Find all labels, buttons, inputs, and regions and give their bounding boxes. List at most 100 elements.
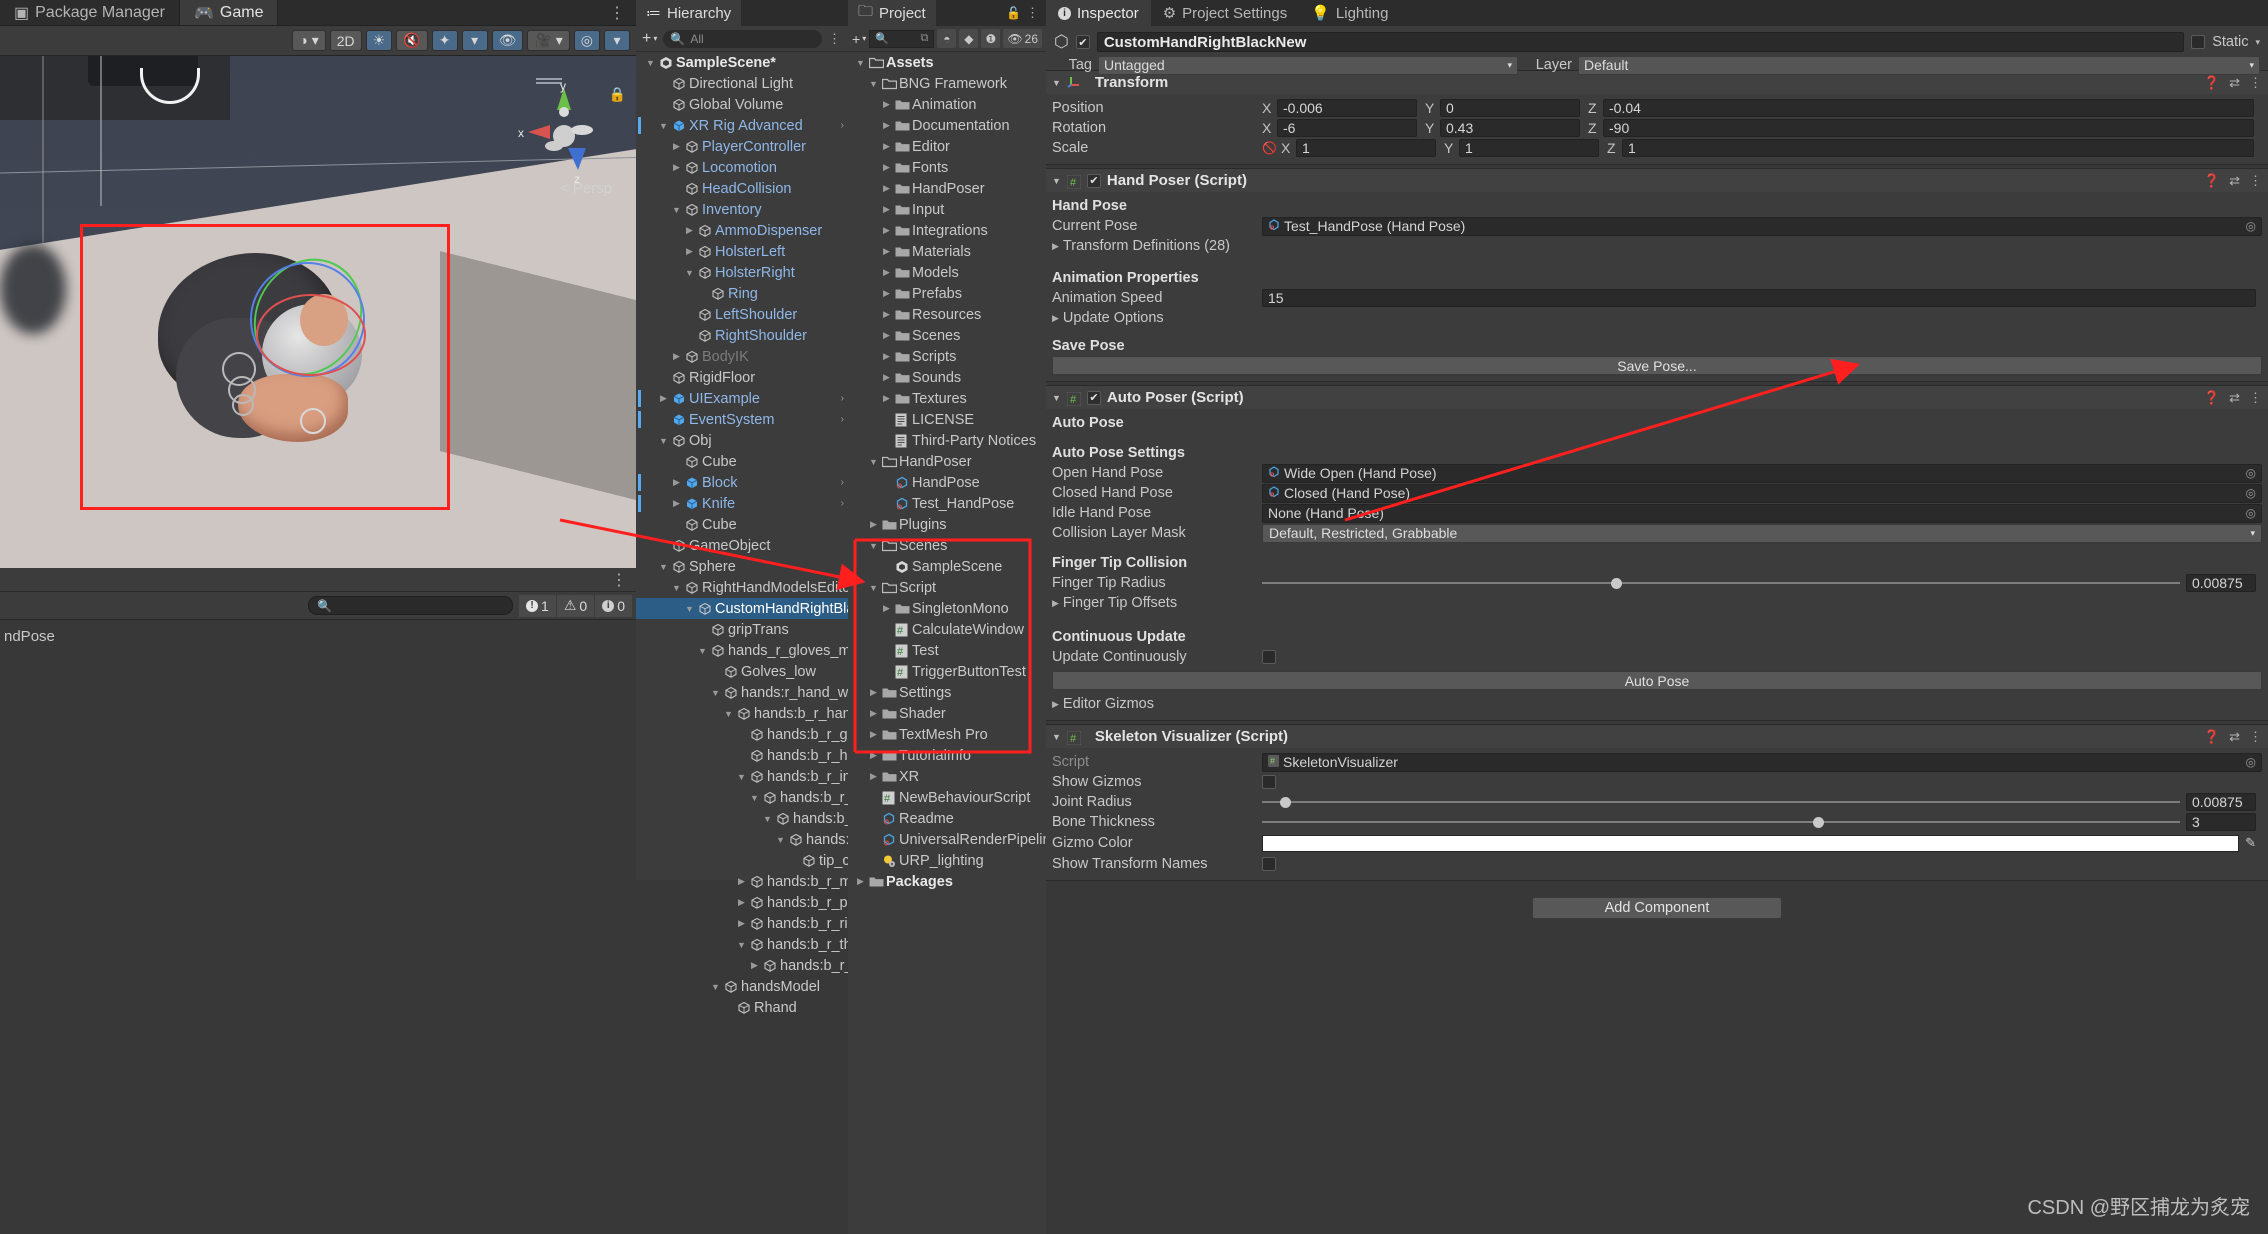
tree-item-directional-light[interactable]: Directional Light <box>636 73 848 94</box>
collapse-arrow-icon[interactable]: ▼ <box>868 583 879 593</box>
tab-project[interactable]: 🗀 Project <box>848 0 936 26</box>
expand-arrow-icon[interactable]: ▶ <box>881 246 892 257</box>
gizmos-toggle-button[interactable]: ◎ <box>573 30 600 51</box>
hand-poser-header[interactable]: ▼ # ✔ Hand Poser (Script) ❓ ⇄ ⋮ <box>1046 169 2268 192</box>
joint-radius-slider[interactable] <box>1262 793 2180 811</box>
tree-item-rhand[interactable]: Rhand <box>636 997 848 1018</box>
tree-item-cube[interactable]: Cube <box>636 451 848 472</box>
expand-arrow-icon[interactable]: ▶ <box>881 372 892 383</box>
tree-item-resources[interactable]: ▶ Resources <box>848 304 1046 325</box>
current-pose-field[interactable]: Test_HandPose (Hand Pose) ◎ <box>1262 216 2262 236</box>
tree-item-singletonmono[interactable]: ▶ SingletonMono <box>848 598 1046 619</box>
open-hand-pose-field[interactable]: Wide Open (Hand Pose) ◎ <box>1262 463 2262 483</box>
collapse-arrow-icon[interactable]: ▼ <box>749 793 760 803</box>
tree-item-handposer[interactable]: ▼ HandPoser <box>848 451 1046 472</box>
rotation-x-field[interactable]: -6 <box>1277 119 1417 137</box>
tree-item-test-handpose[interactable]: Test_HandPose <box>848 493 1046 514</box>
tree-item-hands-b-r-index3[interactable]: ▼hands:b_r_index3 <box>636 808 908 829</box>
preset-icon[interactable]: ⇄ <box>2229 75 2240 91</box>
tree-item-xr[interactable]: ▶ XR <box>848 766 1046 787</box>
component-menu-icon[interactable]: ⋮ <box>2249 390 2262 406</box>
expand-arrow-icon[interactable]: ▶ <box>881 183 892 194</box>
tab-inspector[interactable]: i Inspector <box>1046 0 1151 26</box>
script-field[interactable]: # SkeletonVisualizer ◎ <box>1262 752 2262 772</box>
tree-item-eventsystem[interactable]: EventSystem › <box>636 409 848 430</box>
component-menu-icon[interactable]: ⋮ <box>2249 729 2262 745</box>
expand-arrow-icon[interactable]: ▶ <box>1052 598 1059 609</box>
collapse-arrow-icon[interactable]: ▼ <box>762 814 773 824</box>
collapse-arrow-icon[interactable]: ▼ <box>684 604 695 614</box>
animation-speed-field[interactable]: 15 <box>1262 289 2256 307</box>
tree-item-fonts[interactable]: ▶ Fonts <box>848 157 1046 178</box>
expand-arrow-icon[interactable]: ▶ <box>881 351 892 362</box>
joint-radius-field[interactable]: 0.00875 <box>2186 793 2256 811</box>
favorite-filter-icon[interactable]: ◓ <box>937 29 957 48</box>
collapse-arrow-icon[interactable]: ▼ <box>1052 732 1061 742</box>
collapse-arrow-icon[interactable]: ▼ <box>710 982 721 992</box>
tree-item-ring[interactable]: Ring <box>636 283 848 304</box>
collapse-arrow-icon[interactable]: ▼ <box>723 709 734 719</box>
console-search-input[interactable]: 🔍 <box>308 596 514 615</box>
tree-item-newbehaviourscript[interactable]: # NewBehaviourScript <box>848 787 1046 808</box>
tree-item-leftshoulder[interactable]: LeftShoulder <box>636 304 848 325</box>
tree-item-hands-b-r-index1[interactable]: ▼ hands:b_r_index1 <box>636 766 882 787</box>
collapse-arrow-icon[interactable]: ▼ <box>697 646 708 656</box>
collapse-arrow-icon[interactable]: ▼ <box>775 835 786 845</box>
prefab-open-chevron-icon[interactable]: › <box>841 414 844 425</box>
tree-item-animation[interactable]: ▶ Animation <box>848 94 1046 115</box>
update-options-row[interactable]: ▶ Update Options <box>1046 308 2268 328</box>
auto-pose-button[interactable]: Auto Pose <box>1052 671 2262 690</box>
collapse-arrow-icon[interactable]: ▼ <box>855 58 866 68</box>
position-z-field[interactable]: -0.04 <box>1603 99 2254 117</box>
gizmos-dropdown-button[interactable]: ▾ <box>604 30 630 51</box>
tree-item-editor[interactable]: ▶ Editor <box>848 136 1046 157</box>
collapse-arrow-icon[interactable]: ▼ <box>736 940 747 950</box>
expand-arrow-icon[interactable]: ▶ <box>855 876 866 887</box>
closed-hand-pose-field[interactable]: Closed (Hand Pose) ◎ <box>1262 483 2262 503</box>
scale-z-field[interactable]: 1 <box>1621 139 2254 157</box>
bone-thickness-field[interactable]: 3 <box>2186 813 2256 831</box>
expand-arrow-icon[interactable]: ▶ <box>749 960 760 971</box>
hierarchy-add-button[interactable]: + ▾ <box>642 30 657 48</box>
tab-game[interactable]: 🎮 Game <box>179 0 279 25</box>
tree-item-hands-b-r-index-ig[interactable]: ▼hands:b_r_index_ig <box>636 829 933 850</box>
expand-arrow-icon[interactable]: ▶ <box>671 141 682 152</box>
tree-item-ammodispenser[interactable]: ▶ AmmoDispenser <box>636 220 848 241</box>
tree-item-sounds[interactable]: ▶ Sounds <box>848 367 1046 388</box>
idle-hand-pose-field[interactable]: None (Hand Pose) ◎ <box>1262 503 2262 523</box>
tree-item-xr-rig-advanced[interactable]: ▼ XR Rig Advanced › <box>636 115 848 136</box>
tree-item-packages[interactable]: ▶ Packages <box>848 871 1046 892</box>
collapse-arrow-icon[interactable]: ▼ <box>710 688 721 698</box>
hidden-count-badge[interactable]: 👁 26 <box>1003 29 1042 48</box>
bone-thickness-slider[interactable] <box>1262 813 2180 831</box>
object-enabled-checkbox[interactable]: ✔ <box>1075 35 1090 49</box>
tree-item-sphere[interactable]: ▼ Sphere <box>636 556 848 577</box>
tab-lighting[interactable]: 💡 Lighting <box>1299 0 1400 26</box>
tree-item-scenes[interactable]: ▶ Scenes <box>848 325 1046 346</box>
collapse-arrow-icon[interactable]: ▼ <box>1052 78 1061 88</box>
lighting-toggle-button[interactable]: ☀ <box>365 30 393 51</box>
eyedropper-icon[interactable]: ✎ <box>2245 835 2256 851</box>
expand-arrow-icon[interactable]: ▶ <box>868 750 879 761</box>
scene-viewport[interactable]: 🔒 y x z < Persp <box>0 56 636 568</box>
update-continuously-checkbox[interactable] <box>1262 650 1276 664</box>
expand-arrow-icon[interactable]: ▶ <box>881 309 892 320</box>
tree-item-universalrenderpipelineglobalsettings[interactable]: UniversalRenderPipelineGlobalSettings <box>848 829 1153 850</box>
tree-item-script[interactable]: ▼ Script <box>848 577 1046 598</box>
rotation-z-field[interactable]: -90 <box>1603 119 2254 137</box>
hierarchy-menu-button[interactable]: ⋮ <box>828 31 842 47</box>
expand-arrow-icon[interactable]: ▶ <box>1052 241 1059 252</box>
collapse-arrow-icon[interactable]: ▼ <box>671 205 682 215</box>
expand-arrow-icon[interactable]: ▶ <box>881 393 892 404</box>
expand-arrow-icon[interactable]: ▶ <box>881 225 892 236</box>
object-picker-icon[interactable]: ◎ <box>2246 466 2256 480</box>
scale-lock-icon[interactable]: 🚫 <box>1262 141 1277 155</box>
collapse-arrow-icon[interactable]: ▼ <box>1052 176 1061 186</box>
expand-arrow-icon[interactable]: ▶ <box>868 687 879 698</box>
expand-arrow-icon[interactable]: ▶ <box>658 393 669 404</box>
finger-tip-offsets-row[interactable]: ▶ Finger Tip Offsets <box>1046 593 2268 613</box>
tree-item-hands-r-hand-world[interactable]: ▼ hands:r_hand_world <box>636 682 872 703</box>
expand-arrow-icon[interactable]: ▶ <box>671 351 682 362</box>
2d-toggle-button[interactable]: 2D <box>329 30 362 51</box>
tree-item-third-party-notices[interactable]: Third-Party Notices <box>848 430 1046 451</box>
